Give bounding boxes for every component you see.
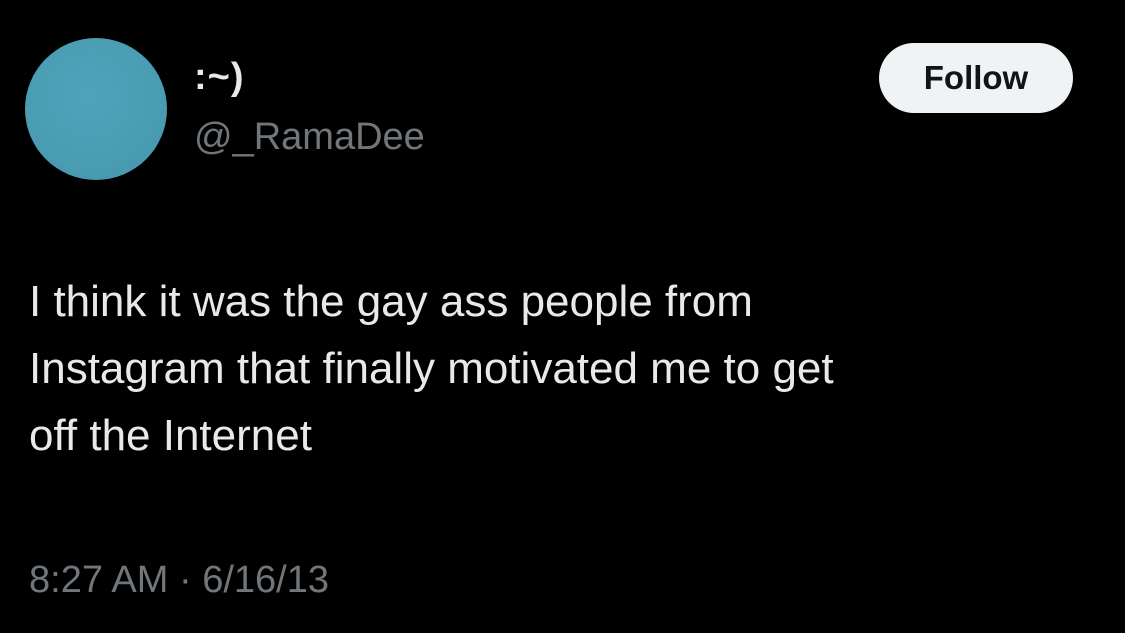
user-handle[interactable]: @_RamaDee — [194, 118, 425, 156]
tweet-text-line: Instagram that finally motivated me to g… — [29, 344, 834, 393]
tweet-card: :~) @_RamaDee Follow I think it was the … — [0, 0, 1125, 633]
tweet-text-line: off the Internet — [29, 411, 312, 460]
avatar[interactable] — [25, 38, 167, 180]
tweet-time[interactable]: 8:27 AM — [29, 559, 168, 601]
meta-separator: · — [178, 559, 192, 601]
tweet-text-line: I think it was the gay ass people from — [29, 277, 753, 326]
follow-button[interactable]: Follow — [879, 43, 1073, 113]
tweet-date[interactable]: 6/16/13 — [202, 559, 329, 601]
tweet-text: I think it was the gay ass people from I… — [29, 268, 1099, 469]
display-name[interactable]: :~) — [194, 58, 245, 96]
tweet-timestamp[interactable]: 8:27 AM · 6/16/13 — [29, 561, 329, 599]
